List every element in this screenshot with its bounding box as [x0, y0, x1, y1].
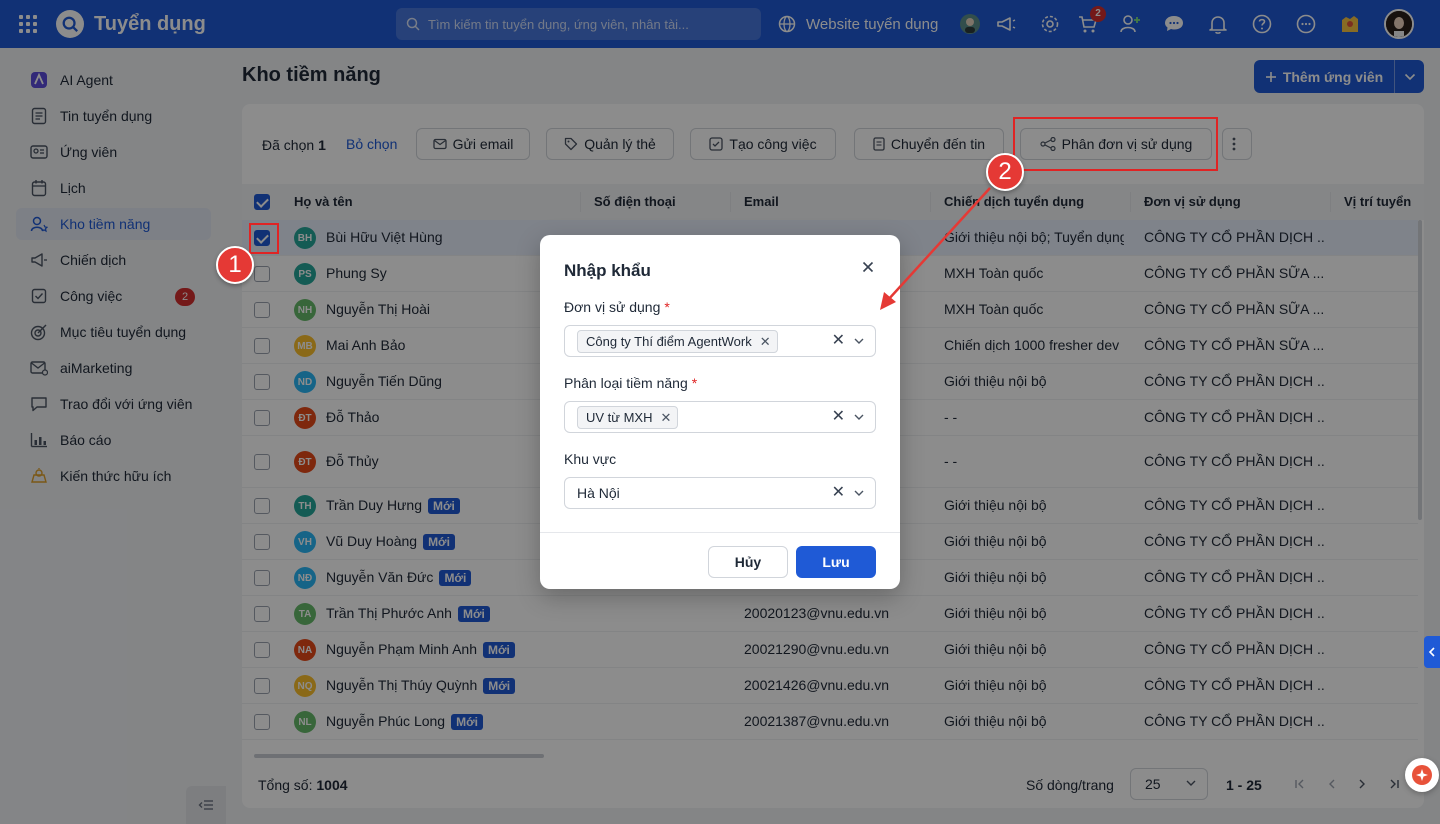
step1-marker: 1 [216, 246, 254, 284]
side-panel-toggle[interactable] [1424, 636, 1440, 668]
chevron-left-icon [1428, 647, 1435, 657]
sparkle-icon [1412, 765, 1432, 785]
annotation-arrow [880, 187, 991, 310]
step2-marker: 2 [986, 153, 1024, 191]
ai-assistant-button[interactable] [1405, 758, 1439, 792]
